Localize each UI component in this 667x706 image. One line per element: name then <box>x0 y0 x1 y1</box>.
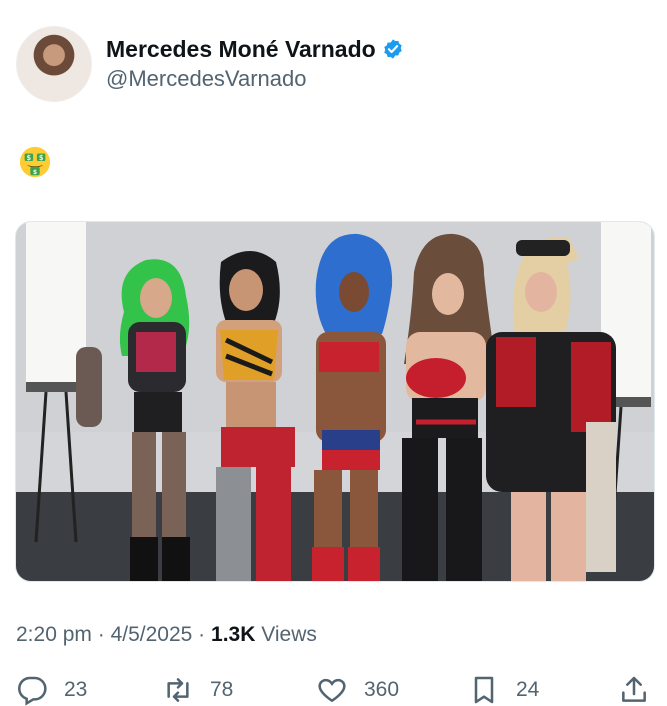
author-handle[interactable]: @MercedesVarnado <box>106 65 404 93</box>
bookmark-count: 24 <box>516 678 540 701</box>
svg-text:$: $ <box>33 169 37 176</box>
repost-icon <box>167 678 189 702</box>
author-names: Mercedes Moné Varnado @MercedesVarnado <box>106 35 404 93</box>
meta-separator: · <box>198 623 206 646</box>
tweet-date[interactable]: 4/5/2025 <box>111 623 193 646</box>
tweet-time[interactable]: 2:20 pm <box>16 623 92 646</box>
verified-badge-icon <box>383 39 402 59</box>
display-name-row: Mercedes Moné Varnado <box>106 35 404 63</box>
views-count: 1.3K <box>211 623 256 646</box>
share-button[interactable] <box>618 674 650 706</box>
views-label: Views <box>261 623 317 646</box>
author-display-name[interactable]: Mercedes Moné Varnado <box>106 35 376 63</box>
tweet-meta: 2:20 pm · 4/5/2025 · 1.3K Views <box>16 620 317 650</box>
money-mouth-face-icon: $ $ $ <box>19 146 51 178</box>
tweet-photo[interactable] <box>15 221 655 582</box>
reply-button[interactable]: 23 <box>16 674 87 706</box>
repost-button[interactable]: 78 <box>162 674 233 706</box>
share-icon <box>622 676 646 702</box>
avatar[interactable] <box>16 26 92 102</box>
like-button[interactable]: 360 <box>316 674 399 706</box>
meta-separator: · <box>97 623 105 646</box>
bookmark-button[interactable]: 24 <box>468 674 539 706</box>
heart-icon <box>318 678 346 703</box>
tweet-header: Mercedes Moné Varnado @MercedesVarnado <box>16 26 404 102</box>
svg-text:$: $ <box>27 154 32 162</box>
tweet-actions: 23 78 360 24 <box>16 674 656 706</box>
bookmark-icon <box>474 676 494 704</box>
like-count: 360 <box>364 678 400 701</box>
reply-count: 23 <box>64 678 88 701</box>
repost-count: 78 <box>210 678 234 701</box>
photo-five-wrestlers <box>16 222 654 581</box>
reply-icon <box>18 676 47 706</box>
svg-text:$: $ <box>39 154 44 162</box>
